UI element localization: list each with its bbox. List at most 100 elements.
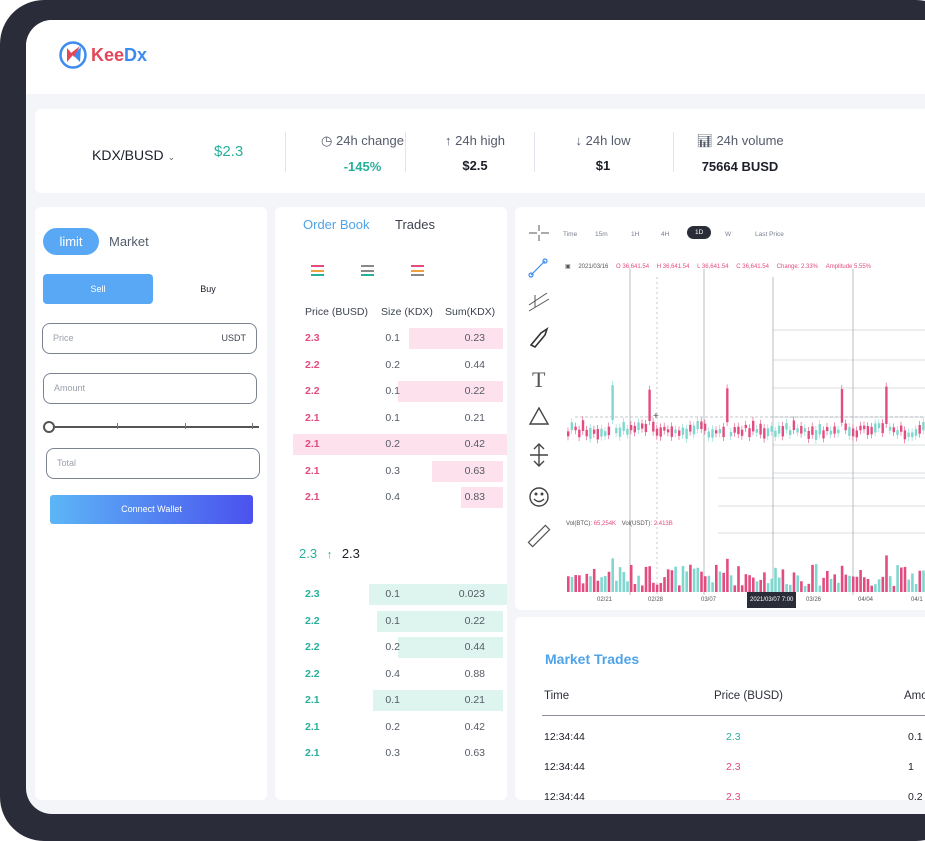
volume-bar bbox=[692, 568, 696, 592]
candle-body bbox=[592, 429, 596, 434]
candle-body bbox=[670, 426, 673, 437]
order-book-row[interactable]: 2.2 0.4 0.88 bbox=[275, 661, 507, 688]
candle-body bbox=[848, 426, 851, 436]
order-book-row[interactable]: 2.1 0.3 0.63 bbox=[275, 740, 507, 767]
candle-body bbox=[744, 424, 747, 429]
buy-button[interactable]: Buy bbox=[153, 274, 263, 304]
order-book-row[interactable]: 2.1 0.2 0.42 bbox=[275, 431, 507, 458]
ohlc-date: 2021/03/16 bbox=[578, 264, 609, 270]
candle-body bbox=[585, 429, 588, 437]
candle-body bbox=[766, 428, 770, 437]
candle-body bbox=[748, 428, 751, 438]
order-book-row[interactable]: 2.2 0.1 0.22 bbox=[275, 608, 507, 635]
candle-body bbox=[851, 428, 855, 437]
candle-body bbox=[903, 430, 907, 440]
trade-price: 2.3 bbox=[726, 791, 741, 800]
candle-body bbox=[885, 386, 888, 424]
measure-tool-icon bbox=[530, 443, 548, 467]
sum-cell: 0.22 bbox=[464, 614, 485, 627]
volume-bar bbox=[611, 558, 614, 592]
slider-tick bbox=[117, 423, 118, 429]
candle-body bbox=[718, 428, 722, 434]
volume-bar bbox=[903, 566, 907, 592]
volume-bar bbox=[740, 585, 744, 592]
candle-body bbox=[652, 421, 655, 432]
volume-bar bbox=[792, 572, 796, 592]
candle-body bbox=[840, 389, 844, 423]
volume-bar bbox=[855, 576, 859, 592]
volume-bar bbox=[652, 582, 655, 592]
volume-bar bbox=[870, 585, 873, 592]
order-book-panel: Order Book Trades Price (BUSD) Size (KDX… bbox=[275, 207, 507, 800]
volume-bar bbox=[718, 571, 722, 592]
tab-limit[interactable]: limit bbox=[43, 228, 99, 255]
sell-button[interactable]: Sell bbox=[43, 274, 153, 304]
total-input[interactable]: Total bbox=[46, 448, 260, 479]
volume-bar bbox=[678, 585, 681, 592]
candle-body bbox=[678, 430, 681, 436]
order-book-row[interactable]: 2.1 0.4 0.83 bbox=[275, 484, 507, 511]
volume-bar bbox=[814, 564, 818, 592]
candle-body bbox=[888, 426, 892, 431]
amount-input[interactable]: Amount bbox=[43, 373, 257, 404]
tab-market[interactable]: Market bbox=[109, 234, 149, 249]
stat-24h-volume: 📊︎ 24h volume 75664 BUSD bbox=[685, 133, 795, 174]
order-book-row[interactable]: 2.1 0.1 0.21 bbox=[275, 405, 507, 432]
book-bids-icon[interactable] bbox=[361, 265, 374, 276]
volume-bar bbox=[674, 566, 677, 592]
header-time: Time bbox=[544, 690, 570, 702]
trendline-tool-icon bbox=[528, 258, 548, 278]
volume-bar bbox=[729, 575, 733, 592]
price-cell: 2.1 bbox=[305, 694, 320, 706]
volume-bar bbox=[918, 570, 922, 592]
volume-bar bbox=[648, 566, 651, 592]
market-trades-panel: Market Trades Time Price (BUSD) Amo 12:3… bbox=[515, 617, 925, 800]
size-cell: 0.1 bbox=[385, 614, 400, 627]
connect-wallet-button[interactable]: Connect Wallet bbox=[50, 495, 253, 524]
divider bbox=[285, 132, 286, 172]
price-input[interactable]: Price USDT bbox=[42, 323, 257, 354]
candle-body bbox=[877, 423, 881, 429]
candle-body bbox=[740, 429, 744, 436]
volume-bar bbox=[726, 558, 729, 592]
order-book-row[interactable]: 2.2 0.1 0.22 bbox=[275, 378, 507, 405]
trade-form-panel: limit Market Sell Buy Price USDT Amount T… bbox=[35, 207, 267, 800]
tab-order-book[interactable]: Order Book bbox=[303, 217, 369, 232]
volume-bar bbox=[818, 585, 822, 592]
price-cell: 2.2 bbox=[305, 641, 320, 653]
candle-body bbox=[759, 423, 762, 435]
size-cell: 0.4 bbox=[385, 667, 400, 680]
order-book-row[interactable]: 2.2 0.2 0.44 bbox=[275, 634, 507, 661]
volume-bar bbox=[785, 584, 788, 592]
volume-bar bbox=[811, 564, 814, 592]
book-both-icon[interactable] bbox=[311, 265, 324, 276]
header-price: Price (BUSD) bbox=[305, 306, 369, 318]
volume-bar bbox=[807, 583, 811, 592]
size-cell: 0.1 bbox=[385, 332, 400, 344]
order-book-row[interactable]: 2.2 0.2 0.44 bbox=[275, 352, 507, 379]
order-book-row[interactable]: 2.1 0.2 0.42 bbox=[275, 714, 507, 741]
tab-trades[interactable]: Trades bbox=[395, 217, 435, 232]
size-cell: 0.2 bbox=[385, 720, 400, 733]
candle-body bbox=[655, 428, 659, 436]
book-asks-icon[interactable] bbox=[411, 265, 424, 276]
sum-cell: 0.63 bbox=[464, 747, 485, 759]
logo[interactable]: KeeDx bbox=[58, 40, 147, 70]
order-book-row[interactable]: 2.3 0.1 0.023 bbox=[275, 581, 507, 608]
volume-bar bbox=[655, 584, 659, 592]
amount-slider[interactable] bbox=[43, 421, 259, 433]
slider-handle[interactable] bbox=[43, 421, 55, 433]
candle-body bbox=[681, 427, 685, 435]
order-book-row[interactable]: 2.1 0.3 0.63 bbox=[275, 458, 507, 485]
fib-tool-icon bbox=[528, 292, 550, 312]
order-book-row[interactable]: 2.3 0.1 0.23 bbox=[275, 325, 507, 352]
candle-body bbox=[733, 427, 736, 433]
order-book-row[interactable]: 2.1 0.1 0.21 bbox=[275, 687, 507, 714]
vol-btc-value: 65,254K bbox=[593, 521, 617, 527]
pair-selector[interactable]: KDX/BUSD ⌄ bbox=[92, 147, 175, 163]
candle-body bbox=[796, 428, 799, 433]
candle-body bbox=[611, 385, 614, 421]
market-trades-title: Market Trades bbox=[545, 651, 640, 667]
chart-panel: Time 15m 1H 4H 1D W Last Price T + ▣ 202… bbox=[515, 207, 925, 610]
candle-body bbox=[574, 426, 577, 431]
